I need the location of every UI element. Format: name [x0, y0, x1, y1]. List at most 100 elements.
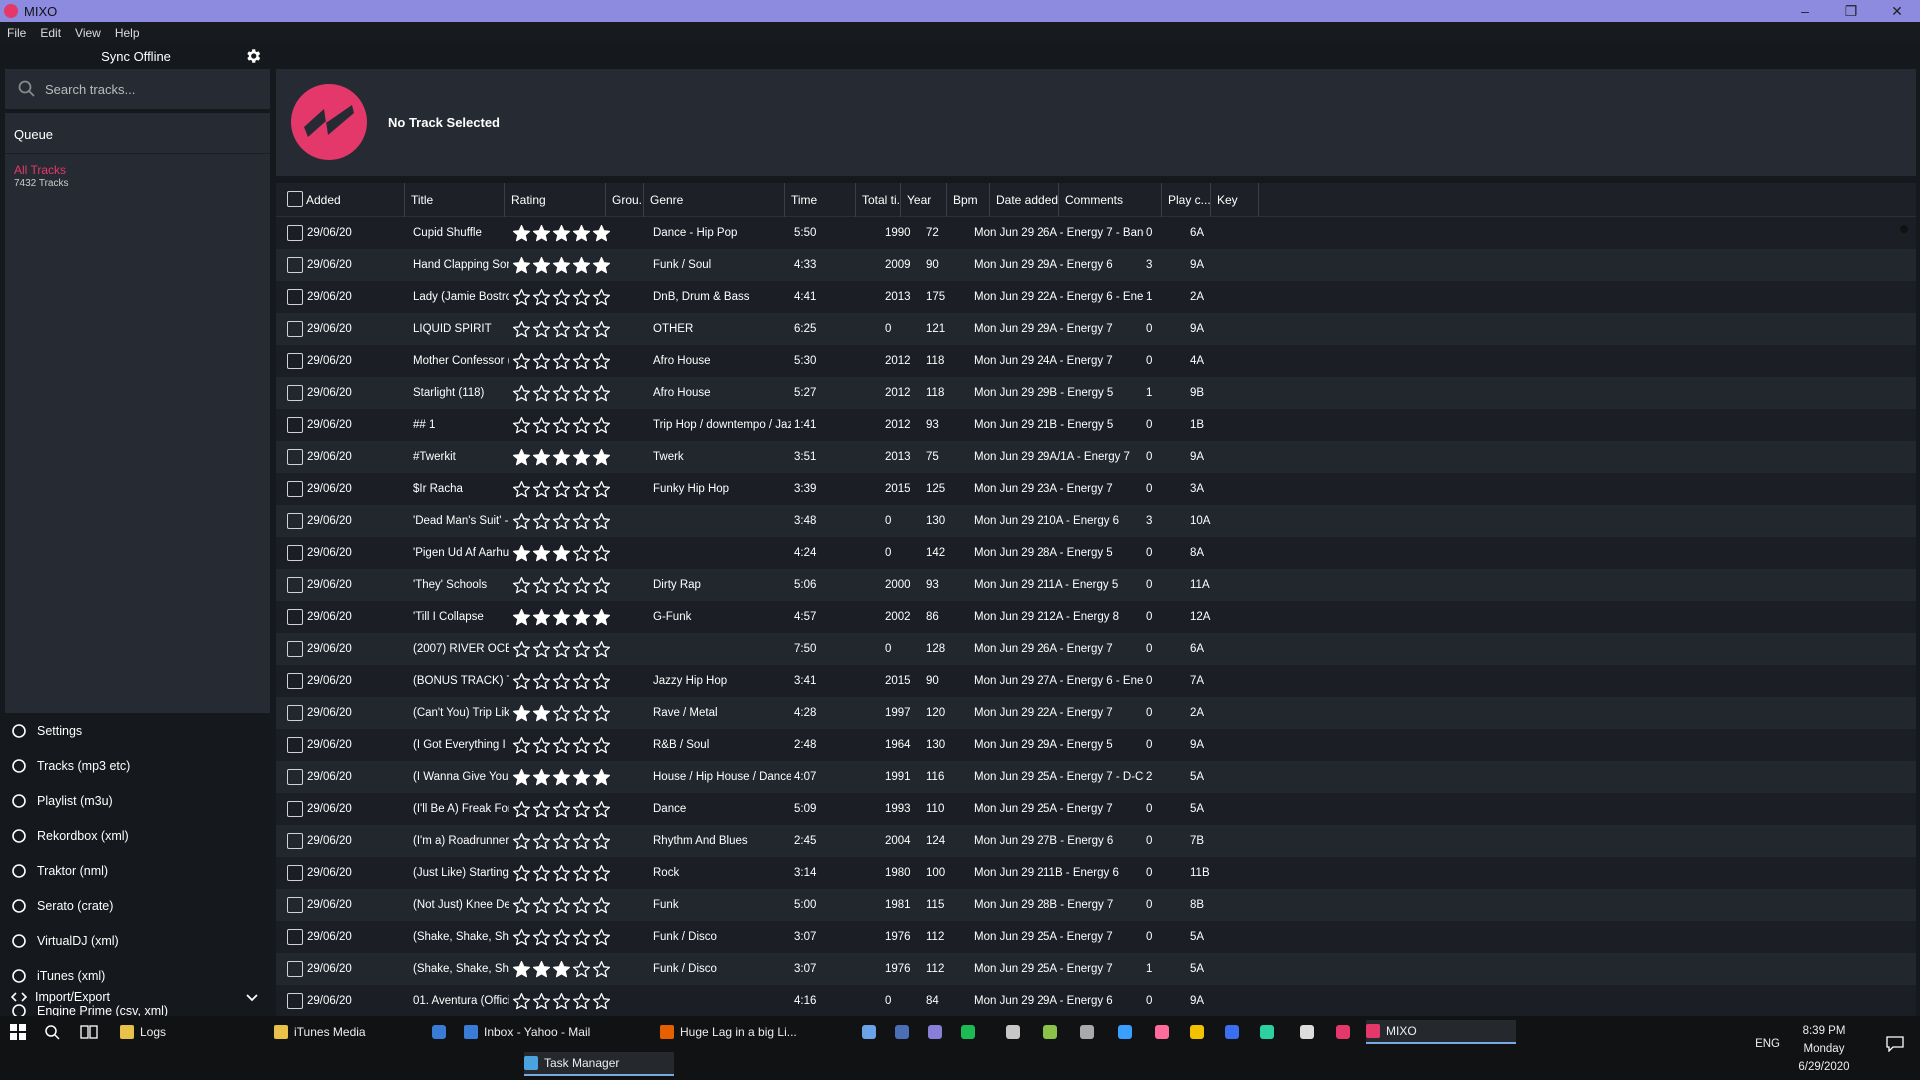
star-empty-icon[interactable]: [572, 704, 591, 723]
taskbar-app[interactable]: Task Manager: [524, 1052, 674, 1076]
star-filled-icon[interactable]: [552, 544, 571, 563]
close-button[interactable]: ✕: [1874, 0, 1920, 22]
star-filled-icon[interactable]: [532, 704, 551, 723]
star-filled-icon[interactable]: [532, 544, 551, 563]
pinned-app-icon[interactable]: [928, 1025, 942, 1039]
star-empty-icon[interactable]: [512, 832, 531, 851]
star-empty-icon[interactable]: [512, 480, 531, 499]
row-checkbox[interactable]: [287, 225, 303, 241]
column-header-year[interactable]: Year: [901, 183, 947, 217]
table-row[interactable]: 29/06/20 $Ir Racha Funky Hip Hop 3:39 2015 12…: [276, 473, 1916, 505]
table-row[interactable]: 29/06/20 (Shake, Shake, Shake) Yc Funk / D…: [276, 953, 1916, 985]
taskbar-app[interactable]: iTunes Media: [274, 1020, 384, 1044]
star-empty-icon[interactable]: [532, 320, 551, 339]
star-empty-icon[interactable]: [532, 736, 551, 755]
star-filled-icon[interactable]: [532, 448, 551, 467]
star-empty-icon[interactable]: [592, 384, 611, 403]
star-empty-icon[interactable]: [552, 992, 571, 1011]
rating-stars[interactable]: [512, 921, 611, 953]
rating-stars[interactable]: [512, 633, 611, 665]
taskbar-app[interactable]: Huge Lag in a big Li...: [660, 1020, 810, 1044]
star-empty-icon[interactable]: [552, 416, 571, 435]
star-filled-icon[interactable]: [552, 448, 571, 467]
star-empty-icon[interactable]: [532, 800, 551, 819]
rating-stars[interactable]: [512, 217, 611, 249]
row-checkbox[interactable]: [287, 449, 303, 465]
row-checkbox[interactable]: [287, 481, 303, 497]
column-header-play-count[interactable]: Play c...: [1162, 183, 1211, 217]
table-row[interactable]: 29/06/20 Mother Confessor (118) Afro House…: [276, 345, 1916, 377]
pinned-app-icon[interactable]: [895, 1025, 909, 1039]
row-checkbox[interactable]: [287, 801, 303, 817]
table-row[interactable]: 29/06/20 (Just Like) Starting Over Rock 3:1…: [276, 857, 1916, 889]
star-filled-icon[interactable]: [532, 768, 551, 787]
pinned-app-icon[interactable]: [862, 1025, 876, 1039]
star-empty-icon[interactable]: [512, 640, 531, 659]
rating-stars[interactable]: [512, 505, 611, 537]
star-filled-icon[interactable]: [532, 224, 551, 243]
star-empty-icon[interactable]: [532, 384, 551, 403]
rating-stars[interactable]: [512, 761, 611, 793]
star-filled-icon[interactable]: [592, 768, 611, 787]
star-empty-icon[interactable]: [512, 416, 531, 435]
row-checkbox[interactable]: [287, 929, 303, 945]
taskbar-app[interactable]: Inbox - Yahoo - Mail: [464, 1020, 614, 1044]
star-empty-icon[interactable]: [532, 640, 551, 659]
star-empty-icon[interactable]: [592, 416, 611, 435]
queue-item[interactable]: Queue: [14, 127, 53, 142]
row-checkbox[interactable]: [287, 385, 303, 401]
star-filled-icon[interactable]: [552, 960, 571, 979]
star-filled-icon[interactable]: [592, 608, 611, 627]
column-header-date-added[interactable]: Date added: [990, 183, 1059, 217]
star-filled-icon[interactable]: [572, 224, 591, 243]
star-empty-icon[interactable]: [532, 832, 551, 851]
star-empty-icon[interactable]: [532, 864, 551, 883]
star-empty-icon[interactable]: [532, 480, 551, 499]
star-empty-icon[interactable]: [512, 576, 531, 595]
rating-stars[interactable]: [512, 857, 611, 889]
star-empty-icon[interactable]: [572, 480, 591, 499]
star-empty-icon[interactable]: [592, 480, 611, 499]
export-item-2[interactable]: Playlist (m3u): [5, 783, 270, 818]
pinned-app-icon[interactable]: [1080, 1025, 1094, 1039]
star-filled-icon[interactable]: [572, 256, 591, 275]
menu-edit[interactable]: Edit: [33, 26, 68, 40]
scrollbar-handle[interactable]: [1900, 225, 1908, 233]
star-empty-icon[interactable]: [592, 736, 611, 755]
rating-stars[interactable]: [512, 697, 611, 729]
table-row[interactable]: 29/06/20 (I'm a) Roadrunner Rhythm And Blu…: [276, 825, 1916, 857]
star-empty-icon[interactable]: [572, 736, 591, 755]
star-filled-icon[interactable]: [512, 256, 531, 275]
star-empty-icon[interactable]: [572, 384, 591, 403]
star-empty-icon[interactable]: [552, 928, 571, 947]
rating-stars[interactable]: [512, 665, 611, 697]
export-item-3[interactable]: Rekordbox (xml): [5, 818, 270, 853]
star-empty-icon[interactable]: [592, 960, 611, 979]
rating-stars[interactable]: [512, 601, 611, 633]
minimize-button[interactable]: –: [1782, 0, 1828, 22]
star-empty-icon[interactable]: [552, 480, 571, 499]
row-checkbox[interactable]: [287, 257, 303, 273]
column-header-key[interactable]: Key: [1211, 183, 1259, 217]
star-empty-icon[interactable]: [572, 960, 591, 979]
table-row[interactable]: 29/06/20 (2007) RIVER OCEAN FI 7:50 0 128 Mon…: [276, 633, 1916, 665]
restore-button[interactable]: ❐: [1828, 0, 1874, 22]
star-empty-icon[interactable]: [572, 352, 591, 371]
table-row[interactable]: 29/06/20 'Pigen Ud Af Aarhus' 4:24 0 142 Mon …: [276, 537, 1916, 569]
star-empty-icon[interactable]: [512, 800, 531, 819]
star-empty-icon[interactable]: [532, 896, 551, 915]
star-empty-icon[interactable]: [572, 672, 591, 691]
star-empty-icon[interactable]: [552, 512, 571, 531]
row-checkbox[interactable]: [287, 289, 303, 305]
rating-stars[interactable]: [512, 793, 611, 825]
star-filled-icon[interactable]: [532, 960, 551, 979]
star-empty-icon[interactable]: [572, 896, 591, 915]
star-empty-icon[interactable]: [552, 288, 571, 307]
table-row[interactable]: 29/06/20 ## 1 Trip Hop / downtempo / Jazzy…: [276, 409, 1916, 441]
pinned-app-icon[interactable]: [961, 1025, 975, 1039]
row-checkbox[interactable]: [287, 417, 303, 433]
star-empty-icon[interactable]: [592, 992, 611, 1011]
star-empty-icon[interactable]: [552, 672, 571, 691]
star-empty-icon[interactable]: [552, 736, 571, 755]
menu-view[interactable]: View: [68, 26, 108, 40]
